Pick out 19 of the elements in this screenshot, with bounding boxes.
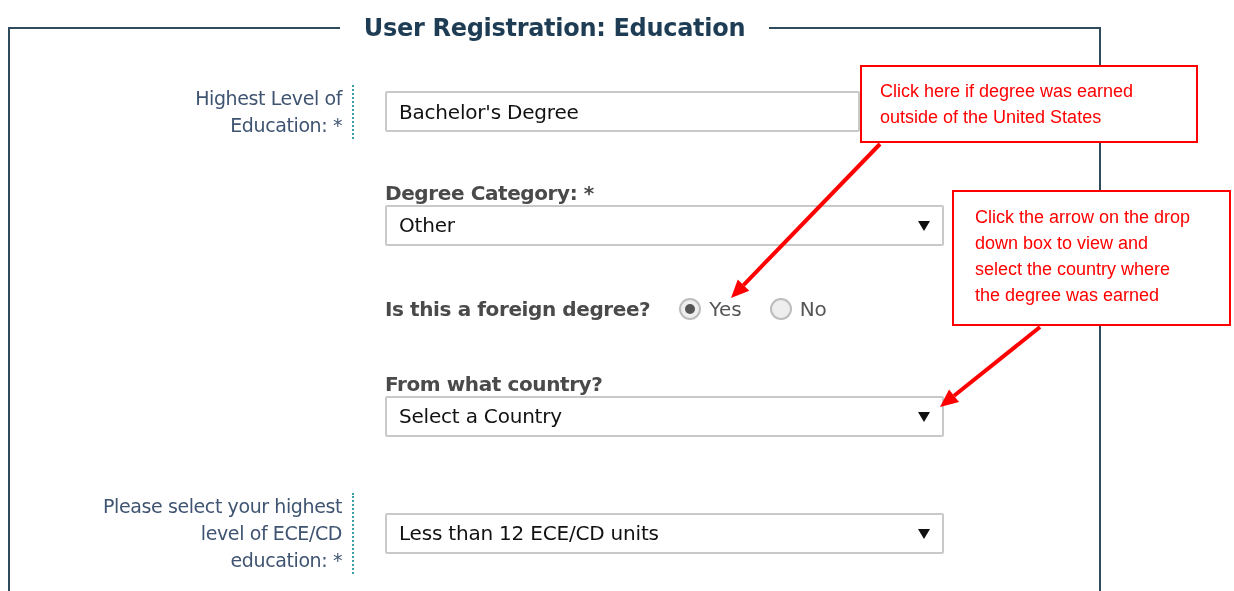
question-label: Is this a foreign degree? (385, 296, 651, 321)
caret-icon (918, 410, 930, 423)
field-label: Highest Level of Education: * (195, 84, 354, 139)
dropdown-field[interactable]: Select a Country (385, 395, 944, 437)
field-label: Please select your highest level of ECE/CD education: * (103, 492, 354, 574)
radio-label: No (799, 295, 827, 323)
callout-note: Click the arrow on the drop down box to view and select the country where the degree was earned (952, 190, 1231, 326)
radio-label: Yes (709, 295, 742, 323)
dropdown-field[interactable]: Less than 12 ECE/CD units (385, 512, 944, 554)
input-field[interactable]: Bachelor's Degree (385, 91, 860, 133)
form-title: User Registration: Education (362, 14, 747, 43)
radio-button[interactable] (769, 297, 792, 320)
radio-button[interactable] (679, 297, 702, 320)
callout-note: Click here if degree was earned outside of the United States (860, 65, 1198, 143)
caret-icon (918, 219, 930, 232)
caret-icon (918, 527, 930, 540)
field-label: Degree Category: * (385, 180, 595, 205)
field-label: From what country? (385, 371, 604, 396)
dropdown-field[interactable]: Other (385, 204, 944, 246)
